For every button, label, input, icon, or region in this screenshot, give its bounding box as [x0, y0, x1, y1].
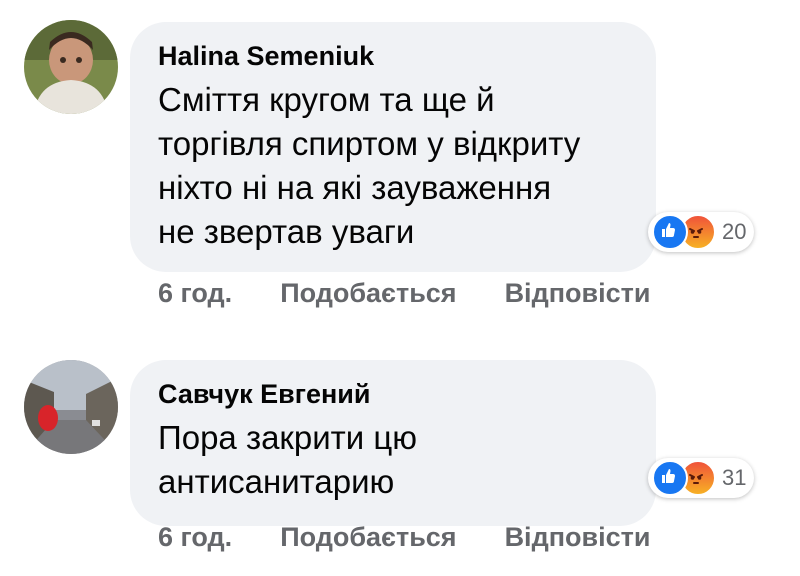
comment-author[interactable]: Halina Semeniuk [158, 40, 628, 72]
comment-actions: 6 год. Подобається Відповісти [158, 278, 650, 309]
reaction-count: 31 [722, 465, 747, 490]
comment-actions: 6 год. Подобається Відповісти [158, 522, 650, 553]
comment-text-line: антисанитарию [158, 463, 395, 500]
reactions-summary[interactable]: 20 [648, 212, 755, 252]
comment-bubble: Савчук Евгений Пора закрити цю антисанит… [130, 360, 656, 526]
comment-text-line: ніхто ні на які зауваження [158, 169, 552, 206]
like-button[interactable]: Подобається [280, 522, 456, 553]
like-icon [652, 214, 688, 250]
comment-timestamp[interactable]: 6 год. [158, 278, 232, 309]
comment-author[interactable]: Савчук Евгений [158, 378, 628, 410]
reply-button[interactable]: Відповісти [505, 278, 651, 309]
like-button[interactable]: Подобається [280, 278, 456, 309]
reactions-summary[interactable]: 31 [648, 458, 755, 498]
comment-bubble: Halina Semeniuk Сміття кругом та ще й то… [130, 22, 656, 272]
comment-text-line: не звертав уваги [158, 213, 415, 250]
reaction-count: 20 [722, 219, 747, 244]
comment: Савчук Евгений Пора закрити цю антисанит… [0, 340, 800, 576]
reply-button[interactable]: Відповісти [505, 522, 651, 553]
comment-text-line: Пора закрити цю [158, 419, 418, 456]
comment-text-line: торгівля спиртом у відкриту [158, 125, 581, 162]
like-icon [652, 460, 688, 496]
comment-timestamp[interactable]: 6 год. [158, 522, 232, 553]
comment: Halina Semeniuk Сміття кругом та ще й то… [0, 0, 800, 320]
avatar[interactable] [24, 360, 118, 454]
comment-text-line: Сміття кругом та ще й [158, 81, 495, 118]
avatar[interactable] [24, 20, 118, 114]
